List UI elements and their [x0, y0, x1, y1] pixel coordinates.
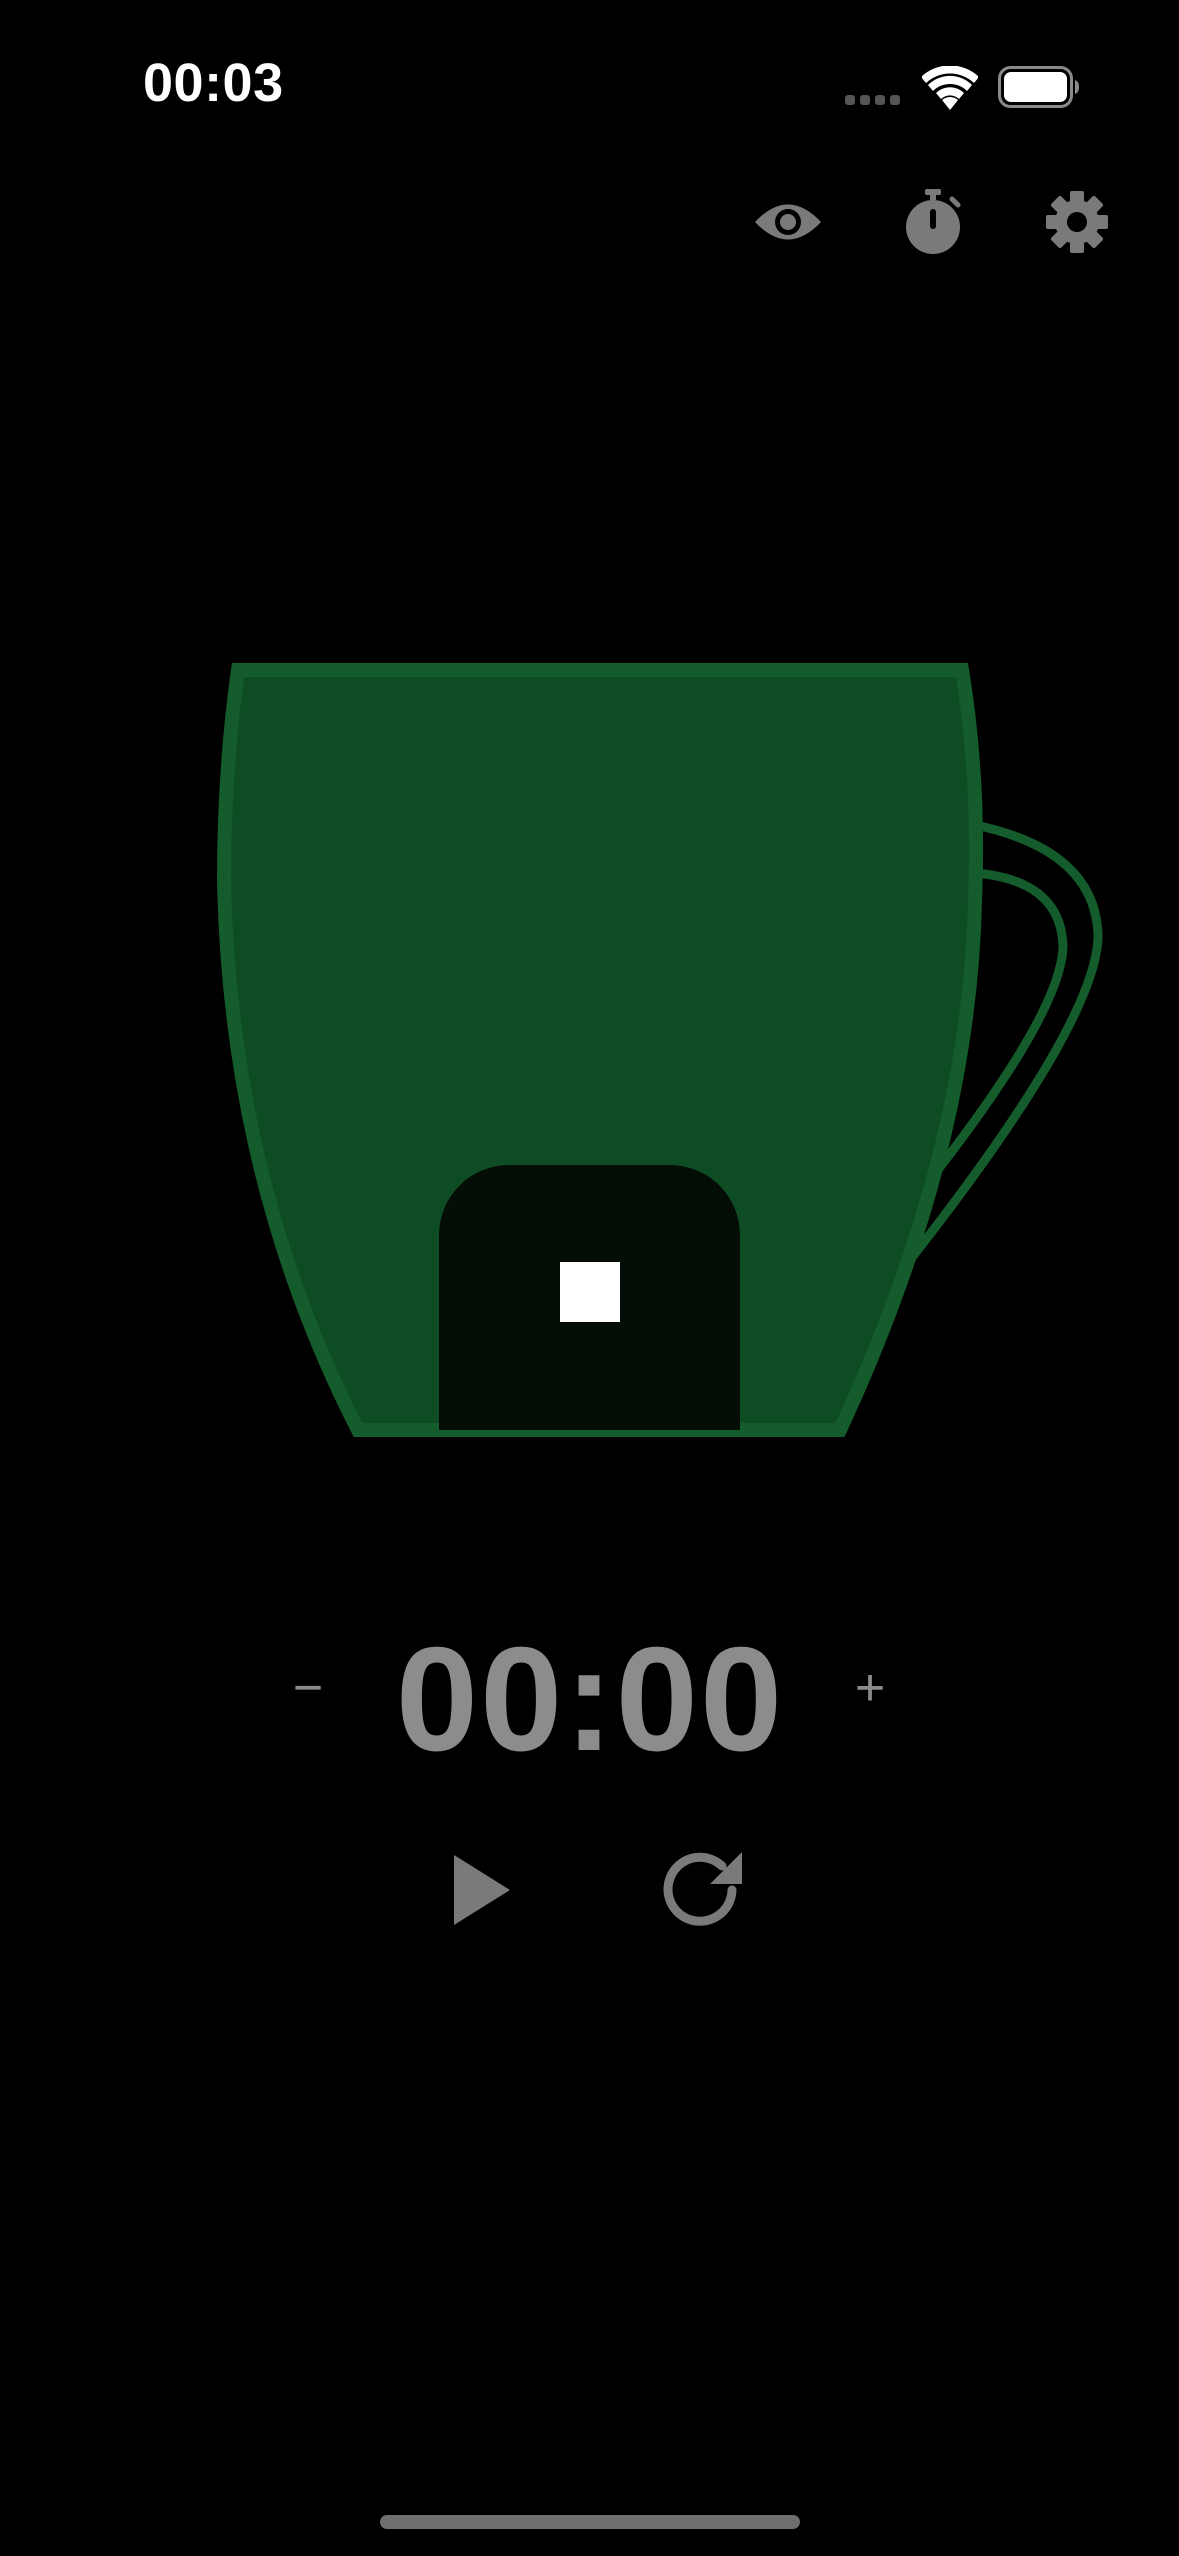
- timer-row: − 00:00 +: [0, 1620, 1179, 1780]
- timer-icon: [906, 189, 961, 254]
- wifi-icon: [921, 65, 979, 110]
- status-bar: 00:03: [0, 0, 1179, 180]
- gear-icon: [1046, 191, 1108, 253]
- eye-icon: [755, 204, 821, 240]
- battery-icon: [998, 66, 1080, 108]
- stop-icon: [559, 1261, 620, 1322]
- play-icon: [454, 1855, 510, 1925]
- eye-button[interactable]: [746, 180, 830, 264]
- increase-time-button[interactable]: +: [842, 1660, 898, 1716]
- timer-display: 00:00: [395, 1617, 785, 1782]
- decrease-time-button[interactable]: −: [280, 1660, 336, 1716]
- home-indicator[interactable]: [380, 2515, 800, 2529]
- status-time: 00:03: [143, 53, 284, 113]
- cellular-signal-icon: [845, 95, 905, 107]
- reset-button[interactable]: [654, 1842, 750, 1938]
- stop-button[interactable]: [439, 1165, 740, 1430]
- timer-button[interactable]: [891, 180, 975, 264]
- reset-icon: [663, 1852, 742, 1926]
- settings-button[interactable]: [1035, 180, 1119, 264]
- play-button[interactable]: [440, 1845, 520, 1935]
